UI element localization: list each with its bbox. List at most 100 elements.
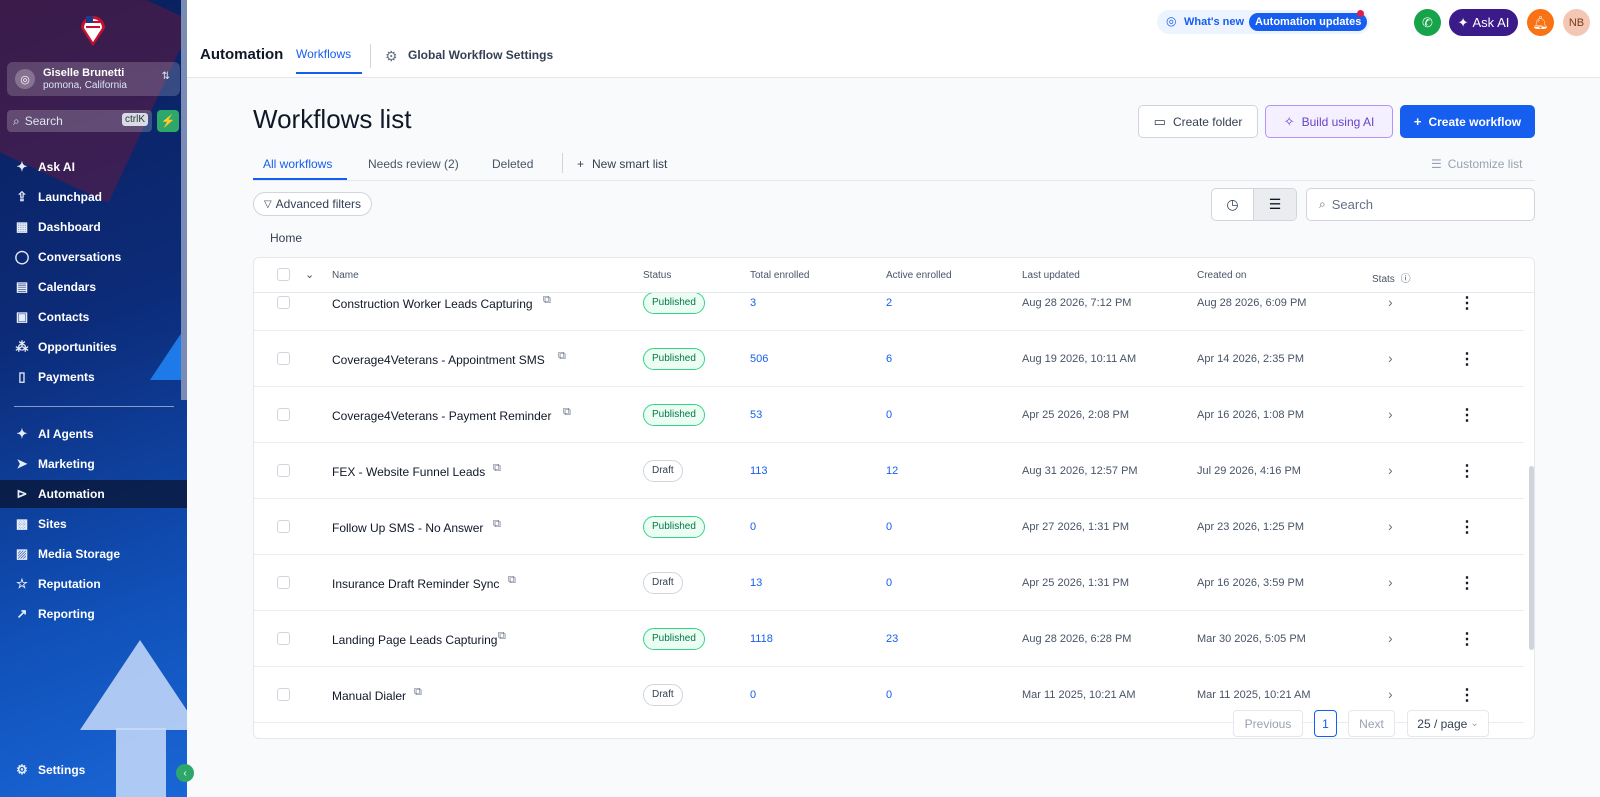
- sidebar-item-media-storage[interactable]: ▨ Media Storage: [0, 540, 187, 568]
- total-enrolled-link[interactable]: 113: [750, 465, 768, 477]
- sidebar-item-sites[interactable]: ▩ Sites: [0, 510, 187, 538]
- page-size-select[interactable]: 25 / page ⌄: [1407, 710, 1489, 737]
- column-header-created-on[interactable]: Created on: [1197, 270, 1246, 281]
- external-link-icon[interactable]: ⧉: [414, 686, 422, 699]
- active-enrolled-link[interactable]: 0: [886, 409, 892, 421]
- more-options-icon[interactable]: ⋮: [1459, 461, 1475, 481]
- customize-list-button[interactable]: ☰ Customize list: [1431, 157, 1522, 171]
- next-page-button[interactable]: Next: [1348, 710, 1395, 737]
- row-checkbox[interactable]: [277, 352, 290, 365]
- tab-all-workflows[interactable]: All workflows: [263, 157, 332, 171]
- sidebar-item-ai-agents[interactable]: ✦ AI Agents: [0, 420, 187, 448]
- external-link-icon[interactable]: ⧉: [508, 574, 516, 587]
- list-icon[interactable]: ☰: [1254, 189, 1296, 220]
- sidebar-item-reputation[interactable]: ☆ Reputation: [0, 570, 187, 598]
- row-checkbox[interactable]: [277, 632, 290, 645]
- tab-needs-review[interactable]: Needs review (2): [368, 157, 459, 171]
- column-header-status[interactable]: Status: [643, 270, 671, 281]
- workflow-name[interactable]: Coverage4Veterans - Appointment SMS: [332, 353, 545, 367]
- chevron-right-icon[interactable]: ›: [1388, 462, 1393, 478]
- total-enrolled-link[interactable]: 0: [750, 689, 756, 701]
- active-enrolled-link[interactable]: 12: [886, 465, 898, 477]
- sidebar-item-reporting[interactable]: ↗ Reporting: [0, 600, 187, 628]
- sidebar-item-ask-ai[interactable]: ✦ Ask AI: [0, 153, 187, 181]
- total-enrolled-link[interactable]: 0: [750, 521, 756, 533]
- chevron-down-icon[interactable]: ⌄: [305, 268, 314, 281]
- select-all-checkbox[interactable]: [277, 268, 290, 281]
- total-enrolled-link[interactable]: 13: [750, 577, 762, 589]
- active-enrolled-link[interactable]: 2: [886, 297, 892, 309]
- tab-deleted[interactable]: Deleted: [492, 157, 533, 171]
- sidebar-item-conversations[interactable]: ◯ Conversations: [0, 243, 187, 271]
- column-header-total-enrolled[interactable]: Total enrolled: [750, 270, 809, 281]
- create-workflow-button[interactable]: + Create workflow: [1400, 105, 1535, 138]
- workflow-name[interactable]: Insurance Draft Reminder Sync: [332, 577, 499, 591]
- collapse-sidebar-button[interactable]: ‹: [176, 764, 194, 782]
- tab-global-workflow-settings[interactable]: Global Workflow Settings: [408, 48, 553, 62]
- workflow-name[interactable]: Coverage4Veterans - Payment Reminder: [332, 409, 551, 423]
- workflow-name[interactable]: Landing Page Leads Capturing: [332, 633, 497, 647]
- sidebar-search[interactable]: ⌕ Search ctrlK: [7, 110, 152, 132]
- account-switcher[interactable]: ◎ Giselle Brunetti pomona, California ⇅: [7, 62, 180, 96]
- create-folder-button[interactable]: ▭ Create folder: [1138, 105, 1258, 138]
- phone-icon[interactable]: ✆: [1414, 9, 1441, 36]
- chevron-right-icon[interactable]: ›: [1388, 630, 1393, 646]
- more-options-icon[interactable]: ⋮: [1459, 573, 1475, 593]
- column-header-active-enrolled[interactable]: Active enrolled: [886, 270, 952, 281]
- page-number-button[interactable]: 1: [1314, 710, 1337, 737]
- sidebar-item-launchpad[interactable]: ⇪ Launchpad: [0, 183, 187, 211]
- sidebar-item-calendars[interactable]: ▤ Calendars: [0, 273, 187, 301]
- active-enrolled-link[interactable]: 0: [886, 577, 892, 589]
- sidebar-item-automation[interactable]: ⊳ Automation: [0, 480, 187, 508]
- more-options-icon[interactable]: ⋮: [1459, 629, 1475, 649]
- sidebar-item-payments[interactable]: ▯ Payments: [0, 363, 187, 391]
- previous-page-button[interactable]: Previous: [1233, 710, 1303, 737]
- row-checkbox[interactable]: [277, 520, 290, 533]
- external-link-icon[interactable]: ⧉: [498, 630, 506, 643]
- advanced-filters-button[interactable]: ▽ Advanced filters: [253, 192, 372, 216]
- build-using-ai-button[interactable]: ✧ Build using AI: [1265, 105, 1393, 138]
- active-enrolled-link[interactable]: 0: [886, 689, 892, 701]
- sidebar-item-opportunities[interactable]: ⁂ Opportunities: [0, 333, 187, 361]
- table-row[interactable]: Coverage4Veterans - Payment Reminder ⧉ Pub…: [254, 387, 1524, 443]
- whats-new-banner[interactable]: ◎ What's new Automation updates: [1157, 10, 1370, 34]
- column-header-stats[interactable]: Stats ⓘ: [1372, 270, 1411, 285]
- automation-updates-pill[interactable]: Automation updates: [1249, 13, 1368, 31]
- ask-ai-button[interactable]: ✦ Ask AI: [1449, 9, 1518, 36]
- more-options-icon[interactable]: ⋮: [1459, 349, 1475, 369]
- sidebar-item-dashboard[interactable]: ▦ Dashboard: [0, 213, 187, 241]
- more-options-icon[interactable]: ⋮: [1459, 685, 1475, 705]
- bell-icon[interactable]: 🔔︎: [1527, 9, 1554, 36]
- total-enrolled-link[interactable]: 1118: [750, 633, 773, 645]
- more-options-icon[interactable]: ⋮: [1459, 293, 1475, 313]
- workflow-name[interactable]: Construction Worker Leads Capturing: [332, 297, 533, 311]
- external-link-icon[interactable]: ⧉: [493, 462, 501, 475]
- table-row[interactable]: Construction Worker Leads Capturing ⧉ Publ…: [254, 293, 1524, 331]
- chevron-right-icon[interactable]: ›: [1388, 518, 1393, 534]
- sidebar-item-contacts[interactable]: ▣ Contacts: [0, 303, 187, 331]
- active-enrolled-link[interactable]: 0: [886, 521, 892, 533]
- sidebar-item-settings[interactable]: ⚙ Settings: [0, 756, 187, 784]
- column-header-name[interactable]: Name: [332, 270, 359, 281]
- active-enrolled-link[interactable]: 6: [886, 353, 892, 365]
- table-row[interactable]: Coverage4Veterans - Appointment SMS ⧉ Publ…: [254, 331, 1524, 387]
- chevron-right-icon[interactable]: ›: [1388, 574, 1393, 590]
- tab-workflows[interactable]: Workflows: [296, 47, 351, 61]
- more-options-icon[interactable]: ⋮: [1459, 517, 1475, 537]
- new-smart-list-button[interactable]: + New smart list: [577, 157, 667, 171]
- table-scrollbar[interactable]: [1529, 466, 1534, 650]
- row-checkbox[interactable]: [277, 688, 290, 701]
- row-checkbox[interactable]: [277, 296, 290, 309]
- external-link-icon[interactable]: ⧉: [493, 518, 501, 531]
- workflow-name[interactable]: Follow Up SMS - No Answer: [332, 521, 483, 535]
- quick-action-bolt-icon[interactable]: ⚡: [157, 110, 179, 132]
- row-checkbox[interactable]: [277, 408, 290, 421]
- workflow-name[interactable]: FEX - Website Funnel Leads: [332, 465, 485, 479]
- row-checkbox[interactable]: [277, 464, 290, 477]
- table-row[interactable]: Follow Up SMS - No Answer ⧉ Published 0 0 Apr…: [254, 499, 1524, 555]
- clock-icon[interactable]: ◷: [1212, 189, 1254, 220]
- table-row[interactable]: FEX - Website Funnel Leads ⧉ Draft 113 12 Aug…: [254, 443, 1524, 499]
- search-input[interactable]: ⌕ Search: [1306, 188, 1535, 221]
- workflow-name[interactable]: Manual Dialer: [332, 689, 406, 703]
- column-header-last-updated[interactable]: Last updated: [1022, 270, 1080, 281]
